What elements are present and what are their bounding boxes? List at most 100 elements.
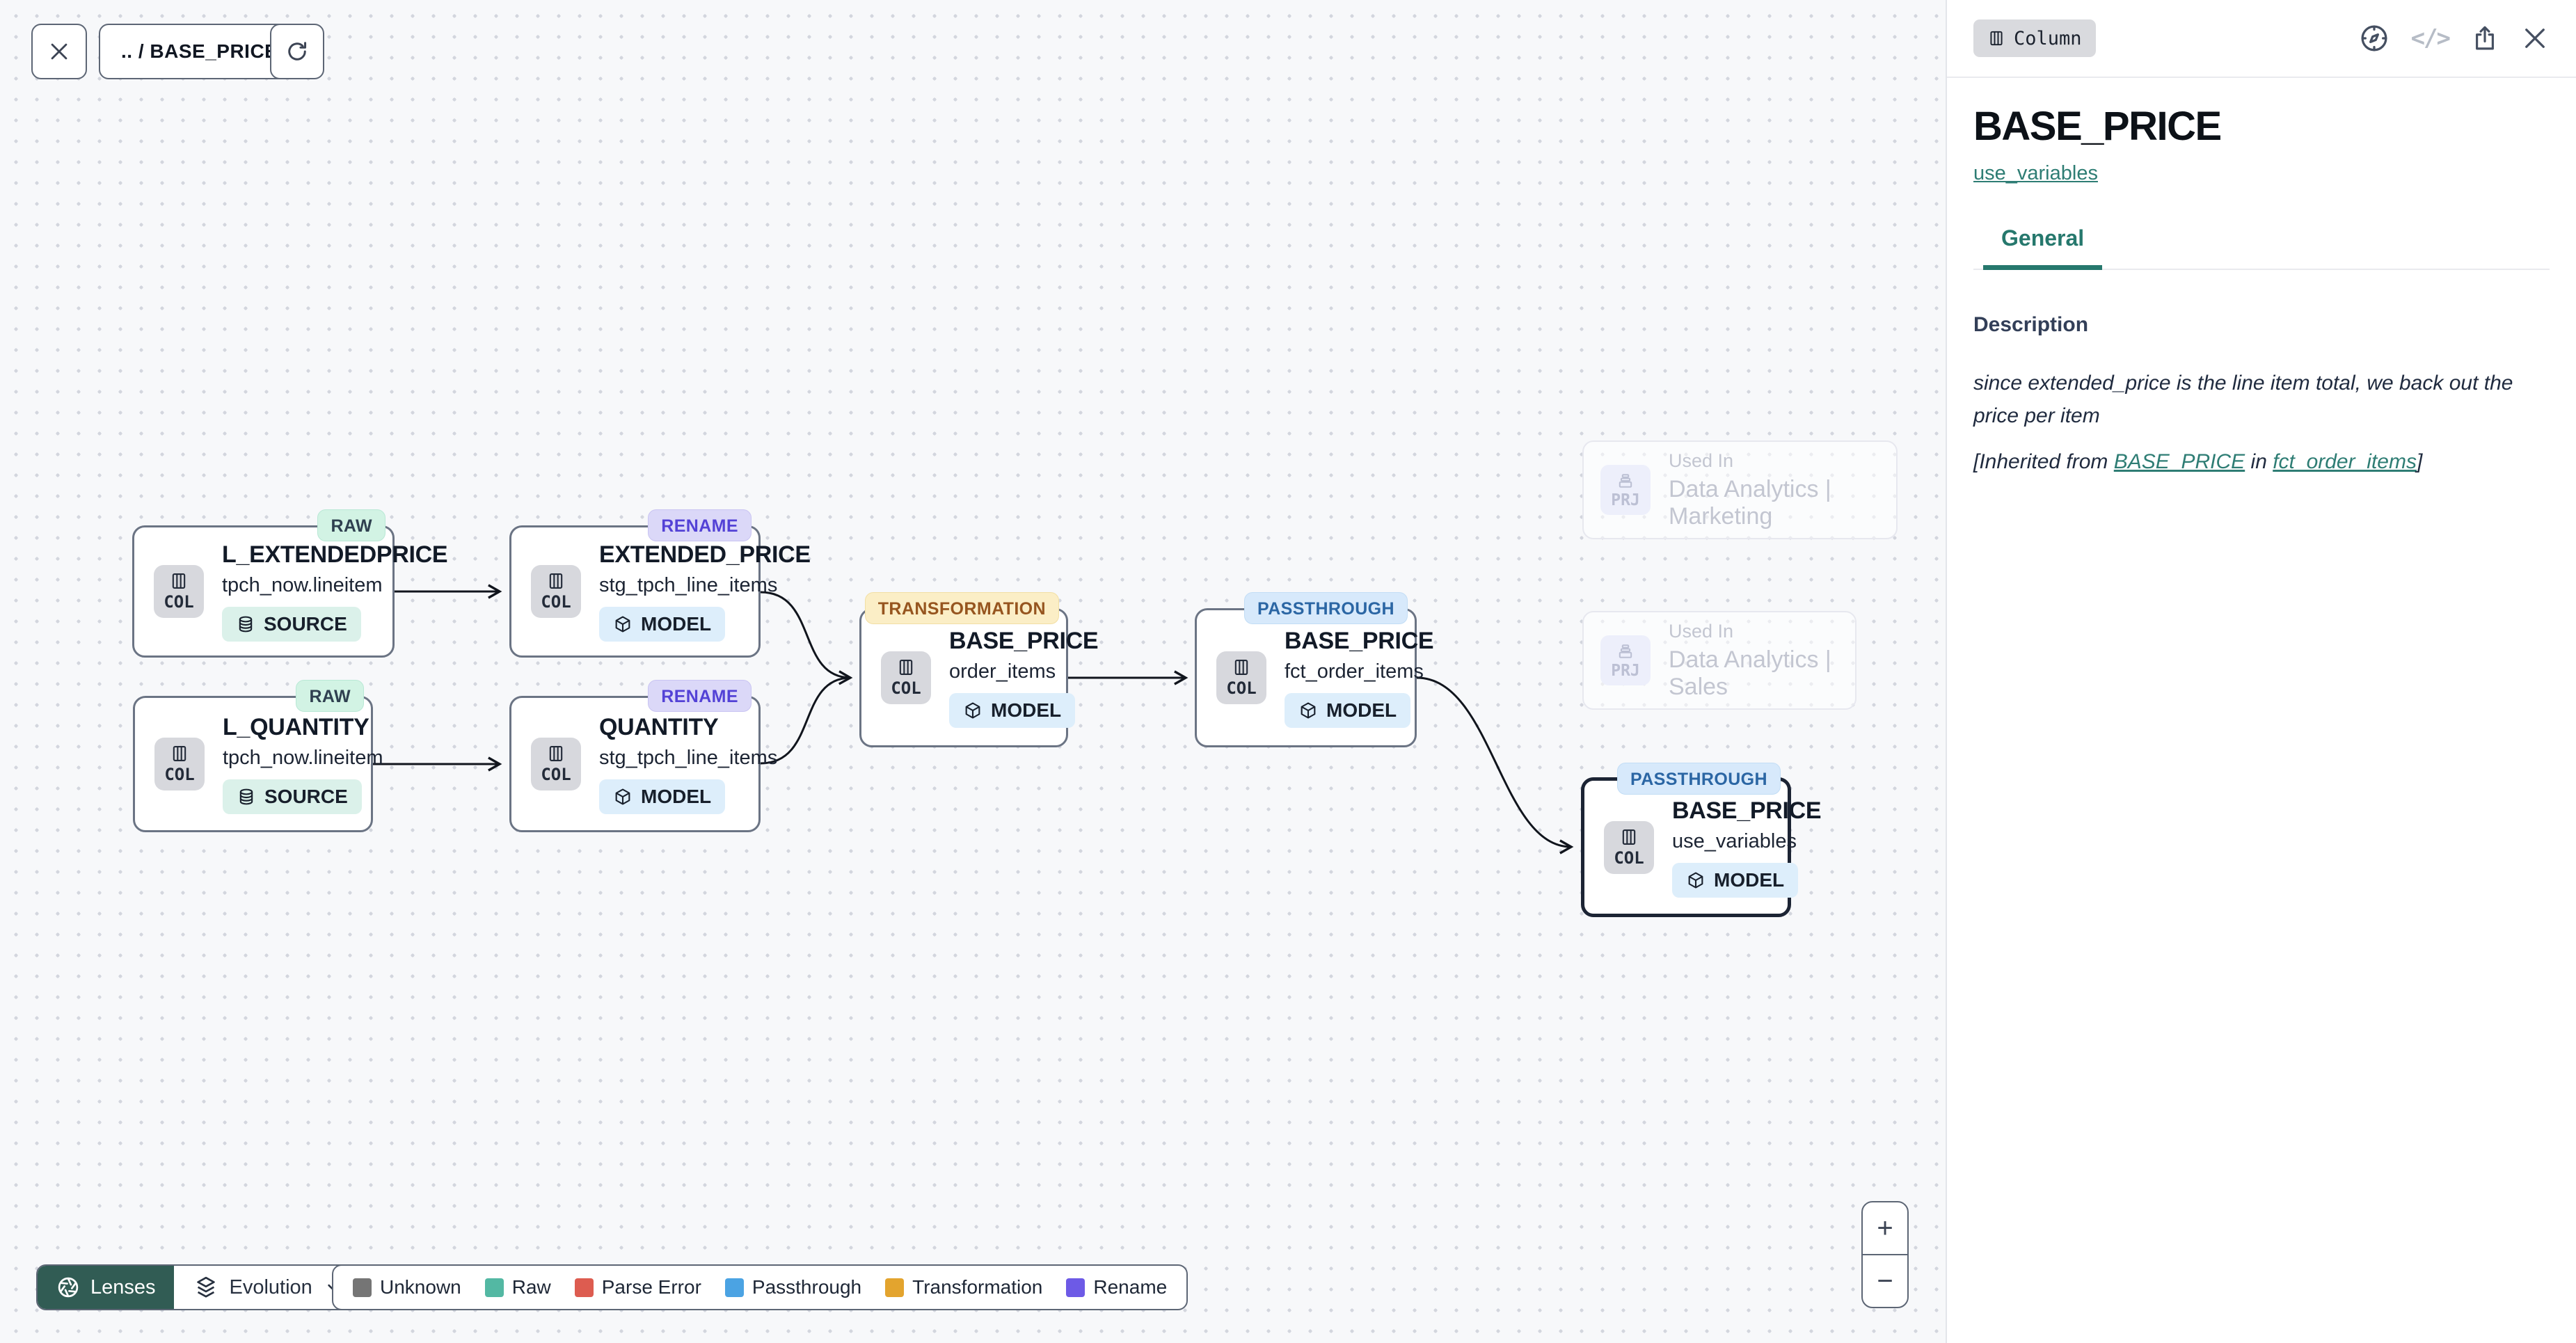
evolution-badge: PASSTHROUGH xyxy=(1617,763,1781,795)
node-type-label: SOURCE xyxy=(264,613,347,635)
node-subtitle: stg_tpch_line_items xyxy=(599,574,777,597)
project-icon xyxy=(1616,471,1635,491)
column-kind-label: COL xyxy=(541,765,571,784)
detail-panel-header: Column </> xyxy=(1947,0,2576,78)
column-kind-label: COL xyxy=(891,678,921,698)
legend-swatch xyxy=(725,1278,744,1297)
node-subtitle: stg_tpch_line_items xyxy=(599,747,777,770)
legend-label: Transformation xyxy=(912,1276,1042,1298)
node-base-price-use-variables[interactable]: PASSTHROUGH COL BASE_PRICE use_variables… xyxy=(1581,777,1791,917)
close-icon xyxy=(2520,24,2550,53)
node-type-badge: MODEL xyxy=(599,607,725,642)
legend-item-raw: Raw xyxy=(485,1276,551,1298)
legend-label: Raw xyxy=(512,1276,551,1298)
zoom-in-button[interactable]: + xyxy=(1863,1202,1907,1255)
layers-icon xyxy=(193,1275,218,1300)
column-kind-label: COL xyxy=(1226,678,1256,698)
panel-tabs: General xyxy=(1973,225,2550,270)
legend-item-unknown: Unknown xyxy=(353,1276,461,1298)
description-label: Description xyxy=(1973,313,2550,337)
tab-general[interactable]: General xyxy=(1983,225,2102,270)
inherited-mid: in xyxy=(2245,450,2273,473)
used-in-node-marketing[interactable]: PRJ Used In Data Analytics | Marketing xyxy=(1582,440,1898,539)
legend-label: Unknown xyxy=(380,1276,461,1298)
close-graph-button[interactable] xyxy=(31,24,87,79)
zoom-controls: + − xyxy=(1861,1201,1909,1308)
node-title: BASE_PRICE xyxy=(1285,628,1433,655)
legend-swatch xyxy=(485,1278,504,1297)
node-l-quantity[interactable]: RAW COL L_QUANTITY tpch_now.lineitem SOU… xyxy=(133,696,373,832)
node-type-badge: MODEL xyxy=(949,693,1075,728)
legend-swatch xyxy=(575,1278,594,1297)
cube-icon xyxy=(1686,871,1706,890)
legend-label: Passthrough xyxy=(752,1276,861,1298)
node-base-price-fct-order-items[interactable]: PASSTHROUGH COL BASE_PRICE fct_order_ite… xyxy=(1195,608,1417,747)
zoom-out-button[interactable]: − xyxy=(1863,1255,1907,1307)
inherited-suffix: ] xyxy=(2417,450,2422,473)
node-type-label: MODEL xyxy=(1714,869,1784,891)
legend-item-transformation: Transformation xyxy=(885,1276,1042,1298)
column-kind-chip: COL xyxy=(1216,651,1266,704)
column-icon xyxy=(546,571,566,591)
model-link[interactable]: use_variables xyxy=(1973,162,2098,185)
share-button[interactable] xyxy=(2470,24,2499,53)
lineage-canvas[interactable]: .. / BASE_PRICE RAW COL L_EXTENDEDPRICE … xyxy=(0,0,1946,1343)
evolution-badge: RENAME xyxy=(648,509,752,541)
column-kind-label: COL xyxy=(164,592,193,612)
used-in-label: Used In xyxy=(1669,621,1838,642)
legend-label: Parse Error xyxy=(602,1276,701,1298)
explore-lineage-button[interactable] xyxy=(2358,22,2390,54)
node-subtitle: order_items xyxy=(949,660,1056,683)
evolution-badge: RAW xyxy=(296,680,364,712)
close-panel-button[interactable] xyxy=(2520,24,2550,53)
used-in-label: Used In xyxy=(1669,450,1879,472)
column-icon xyxy=(1619,827,1639,847)
view-label: Evolution xyxy=(230,1276,312,1299)
cube-icon xyxy=(613,614,633,634)
entity-type-label: Column xyxy=(2014,28,2082,49)
database-icon xyxy=(237,787,256,806)
refresh-button[interactable] xyxy=(270,24,324,79)
used-in-name: Data Analytics | Marketing xyxy=(1669,476,1879,530)
inherited-column-link[interactable]: BASE_PRICE xyxy=(2114,450,2245,473)
legend-label: Rename xyxy=(1093,1276,1167,1298)
node-type-label: MODEL xyxy=(991,699,1061,722)
detail-panel: Column </> BASE_PRICE use_variables Gene… xyxy=(1946,0,2576,1343)
evolution-badge: TRANSFORMATION xyxy=(865,592,1059,624)
project-kind-label: PRJ xyxy=(1611,491,1640,509)
node-type-label: SOURCE xyxy=(264,786,348,808)
cube-icon xyxy=(963,701,983,720)
column-icon xyxy=(1987,29,2005,47)
evolution-badge: PASSTHROUGH xyxy=(1244,592,1408,624)
database-icon xyxy=(236,614,255,634)
lenses-label: Lenses xyxy=(90,1276,156,1299)
node-quantity[interactable]: RENAME COL QUANTITY stg_tpch_line_items … xyxy=(509,696,761,832)
node-type-label: MODEL xyxy=(641,613,711,635)
node-title: EXTENDED_PRICE xyxy=(599,541,811,569)
lenses-button[interactable]: Lenses xyxy=(38,1266,174,1309)
column-icon xyxy=(896,658,916,677)
lenses-control: Lenses Evolution xyxy=(36,1264,364,1310)
lineage-app: { "toolbar": { "breadcrumb": ".. / BASE_… xyxy=(0,0,2576,1343)
node-subtitle: use_variables xyxy=(1672,830,1797,853)
view-code-button[interactable]: </> xyxy=(2411,24,2449,52)
node-base-price-order-items[interactable]: TRANSFORMATION COL BASE_PRICE order_item… xyxy=(859,608,1068,747)
legend-item-passthrough: Passthrough xyxy=(725,1276,861,1298)
column-kind-label: COL xyxy=(1614,848,1644,868)
project-kind-chip: PRJ xyxy=(1600,635,1651,685)
node-title: BASE_PRICE xyxy=(1672,797,1821,825)
column-kind-label: COL xyxy=(541,592,571,612)
inherited-prefix: [Inherited from xyxy=(1973,450,2114,473)
inherited-model-link[interactable]: fct_order_items xyxy=(2273,450,2417,473)
column-kind-label: COL xyxy=(164,765,194,784)
column-kind-chip: COL xyxy=(154,738,205,790)
legend-swatch xyxy=(885,1278,904,1297)
detail-panel-body: BASE_PRICE use_variables General Descrip… xyxy=(1947,78,2576,474)
node-l-extendedprice[interactable]: RAW COL L_EXTENDEDPRICE tpch_now.lineite… xyxy=(132,525,395,658)
project-icon xyxy=(1616,642,1635,661)
used-in-node-sales[interactable]: PRJ Used In Data Analytics | Sales xyxy=(1582,611,1857,710)
aperture-icon xyxy=(56,1275,81,1300)
share-icon xyxy=(2470,24,2499,53)
evolution-legend: Unknown Raw Parse Error Passthrough Tran… xyxy=(332,1264,1188,1310)
node-extended-price[interactable]: RENAME COL EXTENDED_PRICE stg_tpch_line_… xyxy=(509,525,761,658)
